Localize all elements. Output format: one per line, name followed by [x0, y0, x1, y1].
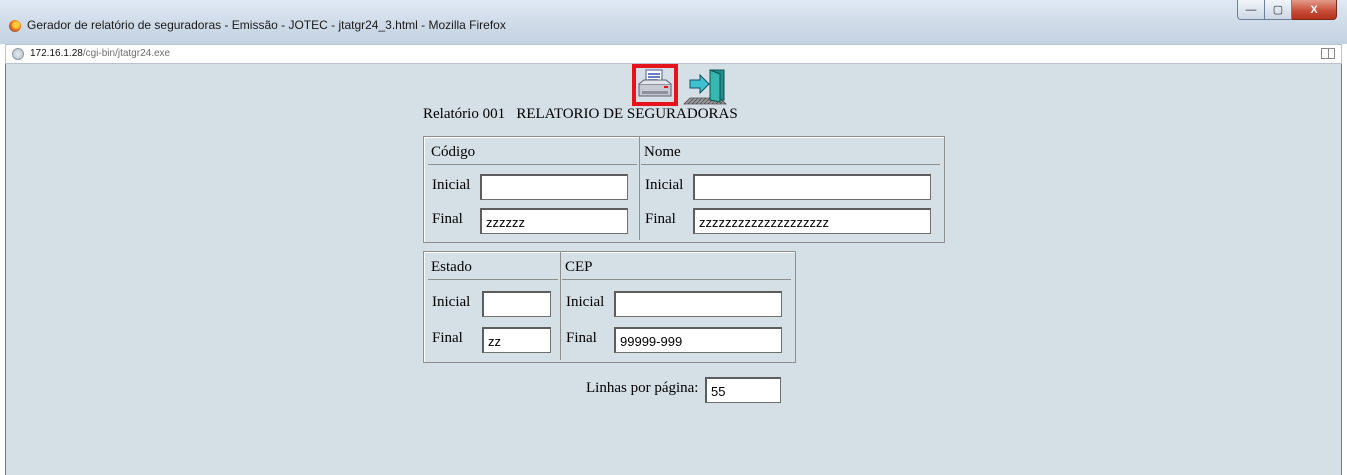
codigo-final-input[interactable]: zzzzzz — [480, 208, 628, 234]
lines-per-page-label: Linhas por página: — [586, 380, 699, 396]
cep-section: CEP Inicial Final 99999-999 — [562, 256, 791, 356]
codigo-inicial-label: Inicial — [432, 177, 471, 193]
address-bar[interactable]: 172.16.1.28/cgi-bin/jtatgr24.exe — [5, 44, 1342, 64]
group-divider — [639, 137, 640, 240]
estado-inicial-input[interactable] — [482, 291, 551, 317]
close-icon: X — [1310, 3, 1318, 16]
cep-header: CEP — [562, 256, 791, 280]
page-content: Relatório 001 RELATORIO DE SEGURADORAS C… — [5, 64, 1342, 475]
estado-header: Estado — [428, 256, 558, 280]
nome-section: Nome Inicial Final zzzzzzzzzzzzzzzzzzzz — [641, 141, 940, 236]
cep-final-label: Final — [566, 330, 597, 346]
close-button[interactable]: X — [1292, 0, 1337, 20]
nome-final-label: Final — [645, 211, 676, 227]
estado-section: Estado Inicial Final zz — [428, 256, 558, 356]
window-title: Gerador de relatório de seguradoras - Em… — [27, 18, 506, 32]
minimize-button[interactable]: — — [1237, 0, 1265, 20]
codigo-final-label: Final — [432, 211, 463, 227]
codigo-nome-group: Código Inicial Final zzzzzz Nome Inicial… — [423, 136, 945, 243]
report-title: Relatório 001 RELATORIO DE SEGURADORAS — [423, 106, 738, 122]
exit-button[interactable] — [682, 66, 730, 108]
window-titlebar: Gerador de relatório de seguradoras - Em… — [0, 0, 1347, 44]
estado-inicial-label: Inicial — [432, 294, 471, 310]
minimize-icon: — — [1245, 3, 1257, 16]
window-controls: — ▢ X — [1237, 0, 1337, 20]
firefox-icon — [9, 20, 21, 32]
nome-inicial-label: Inicial — [645, 177, 684, 193]
cep-inicial-input[interactable] — [614, 291, 782, 317]
printer-icon — [638, 69, 672, 97]
maximize-icon: ▢ — [1272, 4, 1284, 16]
codigo-section: Código Inicial Final zzzzzz — [428, 141, 637, 236]
estado-final-label: Final — [432, 330, 463, 346]
nome-inicial-input[interactable] — [693, 174, 931, 200]
cep-final-input[interactable]: 99999-999 — [614, 327, 782, 353]
print-button[interactable] — [632, 64, 678, 106]
reader-view-icon[interactable] — [1321, 48, 1335, 59]
maximize-button[interactable]: ▢ — [1265, 0, 1292, 20]
codigo-header: Código — [428, 141, 637, 165]
estado-cep-group: Estado Inicial Final zz CEP Inicial Fina… — [423, 251, 796, 363]
nome-final-input[interactable]: zzzzzzzzzzzzzzzzzzzz — [693, 208, 931, 234]
exit-door-icon — [683, 69, 727, 105]
site-identity-icon[interactable] — [12, 48, 24, 60]
url-path: /cgi-bin/jtatgr24.exe — [82, 48, 171, 59]
group-divider — [560, 252, 561, 360]
url-host: 172.16.1.28 — [30, 48, 83, 59]
cep-inicial-label: Inicial — [566, 294, 605, 310]
lines-per-page-input[interactable]: 55 — [705, 377, 781, 403]
address-url[interactable]: 172.16.1.28/cgi-bin/jtatgr24.exe — [30, 48, 170, 59]
codigo-inicial-input[interactable] — [480, 174, 628, 200]
estado-final-input[interactable]: zz — [482, 327, 551, 353]
nome-header: Nome — [641, 141, 940, 165]
